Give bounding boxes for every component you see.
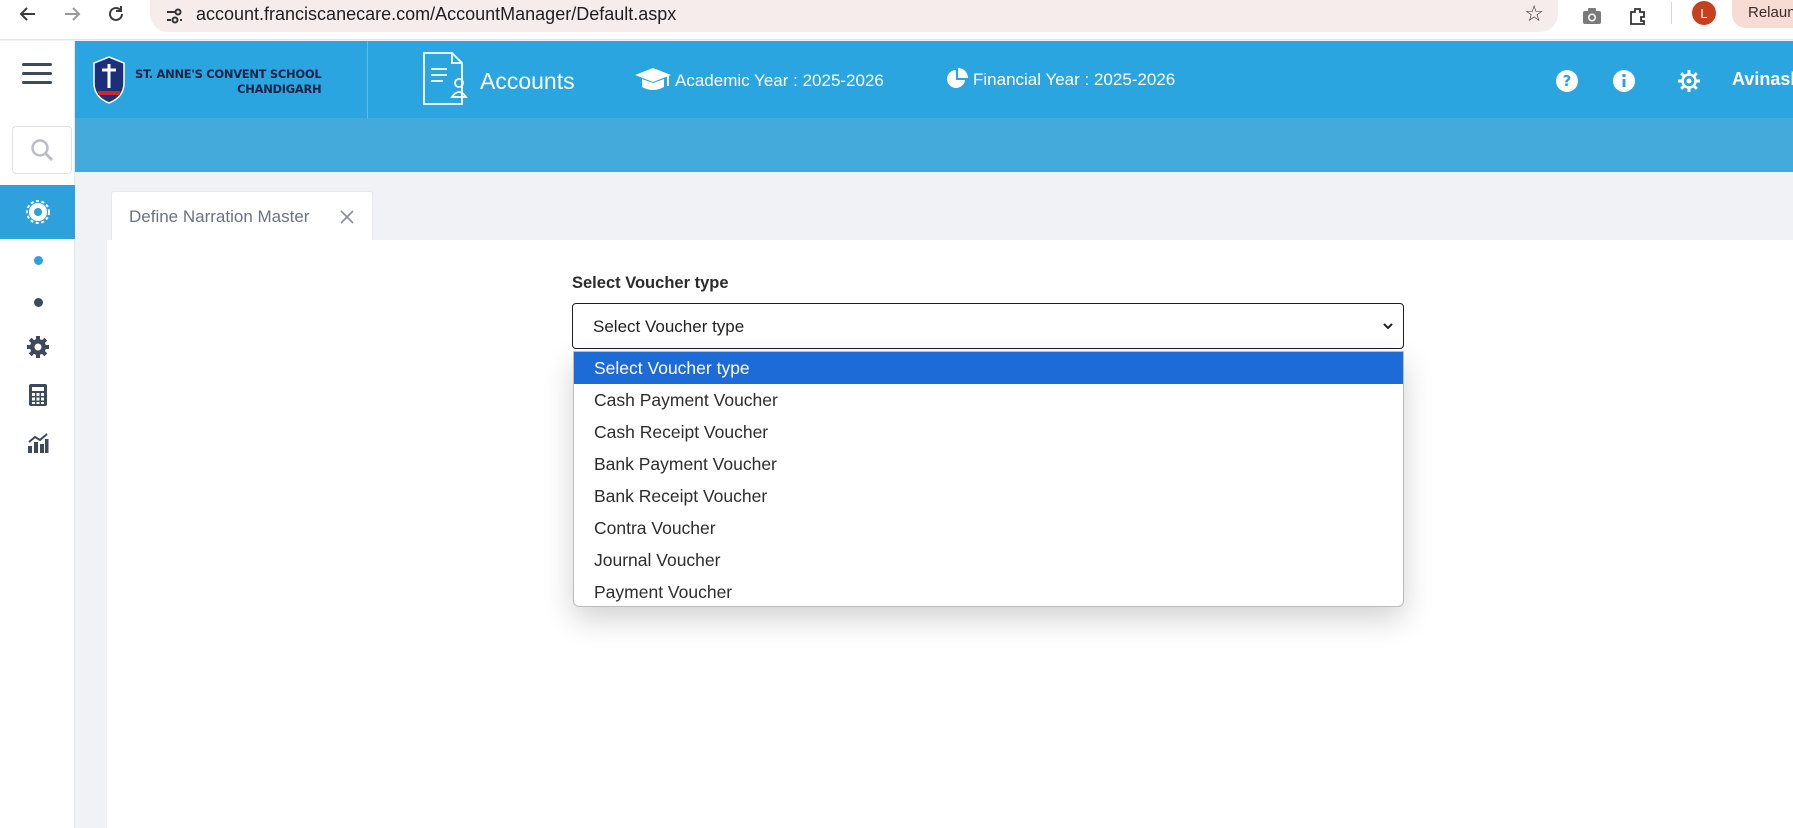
chevron-down-icon <box>1383 323 1393 330</box>
option-cash-receipt-voucher[interactable]: Cash Receipt Voucher <box>574 416 1403 448</box>
sidebar-search-button[interactable] <box>12 126 72 174</box>
school-crest-icon <box>93 56 125 104</box>
search-icon <box>31 139 53 161</box>
forward-button[interactable] <box>54 0 90 28</box>
settings-button[interactable] <box>1677 69 1701 93</box>
reload-button[interactable] <box>98 0 134 28</box>
school-logo-block[interactable]: ST. ANNE'S CONVENT SCHOOL CHANDIGARH <box>75 41 368 118</box>
school-name: ST. ANNE'S CONVENT SCHOOL CHANDIGARH <box>135 67 322 97</box>
toolbar-separator <box>1671 2 1672 24</box>
hamburger-icon[interactable] <box>22 63 52 85</box>
settings-icon[interactable] <box>24 333 52 361</box>
option-select-voucher-type[interactable]: Select Voucher type <box>574 352 1403 384</box>
financial-year-label[interactable]: Financial Year : 2025-2026 <box>973 70 1175 90</box>
voucher-type-dropdown: Select Voucher type Cash Payment Voucher… <box>573 351 1404 607</box>
option-contra-voucher[interactable]: Contra Voucher <box>574 512 1403 544</box>
school-name-line1: ST. ANNE'S CONVENT SCHOOL <box>135 67 322 81</box>
extensions-icon[interactable] <box>1624 2 1652 30</box>
option-cash-payment-voucher[interactable]: Cash Payment Voucher <box>574 384 1403 416</box>
option-bank-receipt-voucher[interactable]: Bank Receipt Voucher <box>574 480 1403 512</box>
help-button[interactable]: ? <box>1555 69 1579 93</box>
back-button[interactable] <box>10 0 46 28</box>
gear-badge-icon <box>25 200 50 224</box>
option-payment-voucher[interactable]: Payment Voucher <box>574 576 1403 608</box>
dot-icon[interactable] <box>34 298 43 307</box>
sub-header-bar <box>75 118 1793 172</box>
select-current-value: Select Voucher type <box>593 317 745 336</box>
sidebar-item-active[interactable] <box>0 185 75 239</box>
voucher-type-label: Select Voucher type <box>572 274 729 292</box>
analytics-icon[interactable] <box>24 429 52 457</box>
module-title[interactable]: Accounts <box>480 68 575 95</box>
app-header: ST. ANNE'S CONVENT SCHOOL CHANDIGARH Acc… <box>75 41 1793 118</box>
bookmark-star-icon[interactable]: ☆ <box>1524 2 1544 27</box>
help-icon: ? <box>1556 70 1578 92</box>
site-info-icon[interactable] <box>162 4 186 28</box>
pie-chart-icon <box>947 68 968 88</box>
profile-avatar[interactable]: L <box>1692 1 1716 25</box>
voucher-type-select[interactable]: Select Voucher type <box>572 303 1404 349</box>
calculator-icon[interactable] <box>24 381 52 409</box>
dot-icon[interactable] <box>34 256 43 265</box>
close-icon[interactable] <box>338 208 356 226</box>
info-icon <box>1613 70 1635 92</box>
tab-define-narration-master[interactable]: Define Narration Master <box>111 191 373 241</box>
option-journal-voucher[interactable]: Journal Voucher <box>574 544 1403 576</box>
browser-toolbar: account.franciscanecare.com/AccountManag… <box>0 0 1793 40</box>
user-name[interactable]: Avinash <box>1732 69 1793 90</box>
camera-icon[interactable] <box>1578 2 1606 30</box>
left-sidebar <box>0 41 75 828</box>
info-button[interactable] <box>1612 69 1636 93</box>
graduation-cap-icon <box>635 68 671 90</box>
arrow-left-icon <box>19 7 35 21</box>
tab-label: Define Narration Master <box>129 207 310 226</box>
relaunch-button[interactable]: Relaunch <box>1732 0 1793 28</box>
option-bank-payment-voucher[interactable]: Bank Payment Voucher <box>574 448 1403 480</box>
school-name-line2: CHANDIGARH <box>237 82 322 96</box>
settings-icon <box>1678 70 1700 92</box>
address-bar[interactable]: account.franciscanecare.com/AccountManag… <box>150 0 1558 32</box>
url-text[interactable]: account.franciscanecare.com/AccountManag… <box>196 4 676 25</box>
arrow-right-icon <box>65 7 81 21</box>
reload-icon <box>109 6 123 21</box>
academic-year-label[interactable]: Academic Year : 2025-2026 <box>675 71 884 91</box>
svg-text:?: ? <box>1563 72 1572 90</box>
accounts-document-icon <box>423 52 468 105</box>
